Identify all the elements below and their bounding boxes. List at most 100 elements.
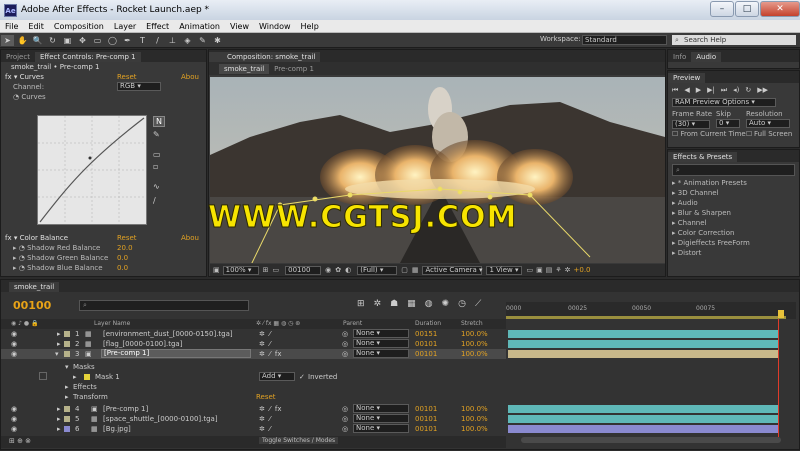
layer-duration-bar[interactable] bbox=[508, 425, 778, 433]
layer-duration[interactable]: 00101 bbox=[415, 349, 437, 359]
parent-pickwhip-icon[interactable]: ◎ bbox=[342, 414, 348, 424]
pan-behind-tool-icon[interactable]: ✥ bbox=[76, 35, 89, 46]
table-row[interactable]: ◉ ▸ 6 ▦ [Bg.jpg] ✲ ⁄ ◎ None ▾ 00101 100.… bbox=[1, 424, 506, 434]
timeline-ruler[interactable]: 0000 00025 00050 00075 bbox=[506, 302, 796, 319]
effects-row[interactable]: ▸ Effects bbox=[1, 382, 506, 392]
color-balance-reset-link[interactable]: Reset bbox=[117, 233, 137, 243]
expand-triangle-icon[interactable]: ▸ bbox=[73, 372, 77, 382]
subtab-smoke-trail[interactable]: smoke_trail bbox=[219, 63, 270, 74]
table-row-selected[interactable]: ◉ ▾ 3 ▣ [Pre-comp 1] ✲ ⁄ fx ◎ None ▾ 001… bbox=[1, 349, 506, 359]
table-row[interactable]: ◉ ▸ 1 ▦ [environment_dust_[0000-0150].tg… bbox=[1, 329, 506, 339]
menu-animation[interactable]: Animation bbox=[174, 22, 225, 31]
effects-category-item[interactable]: ▸ Audio bbox=[668, 198, 799, 208]
ram-preview-select[interactable]: RAM Preview Options ▾ bbox=[672, 98, 776, 107]
label-color-swatch[interactable] bbox=[64, 406, 70, 412]
roto-brush-tool-icon[interactable]: ✎ bbox=[196, 35, 209, 46]
mask-mode-select[interactable]: Add ▾ bbox=[259, 372, 295, 381]
timeline-current-time[interactable]: 00100 bbox=[13, 299, 51, 312]
color-balance-about-link[interactable]: Abou bbox=[181, 233, 199, 243]
layer-switches[interactable]: ✲ ⁄ fx bbox=[259, 349, 282, 359]
label-color-swatch[interactable] bbox=[64, 351, 70, 357]
grid-icon[interactable]: ⊞ bbox=[263, 266, 269, 274]
expand-triangle-icon[interactable]: ▸ bbox=[65, 382, 69, 392]
inverted-checkbox[interactable]: ✓ bbox=[299, 372, 305, 382]
from-current-checkbox[interactable]: ☐ bbox=[672, 130, 681, 138]
search-help-input[interactable]: ⌕ Search Help bbox=[672, 35, 796, 45]
timeline-search-input[interactable]: ⌕ bbox=[79, 300, 249, 311]
label-color-swatch[interactable] bbox=[64, 426, 70, 432]
skip-select[interactable]: 0 ▾ bbox=[716, 119, 740, 128]
parent-pickwhip-icon[interactable]: ◎ bbox=[342, 329, 348, 339]
brush-tool-icon[interactable]: / bbox=[151, 35, 164, 46]
table-row[interactable]: ◉ ▸ 4 ▣ [Pre-comp 1] ✲ ⁄ fx ◎ None ▾ 001… bbox=[1, 404, 506, 414]
layer-switches[interactable]: ✲ ⁄ bbox=[259, 424, 270, 434]
curves-effect-header[interactable]: fx ▾ Curves Reset Abou bbox=[1, 72, 206, 82]
tab-effect-controls[interactable]: Effect Controls: Pre-comp 1 bbox=[34, 52, 141, 62]
curves-graph[interactable] bbox=[37, 115, 147, 225]
type-tool-icon[interactable]: T bbox=[136, 35, 149, 46]
eye-icon[interactable]: ◉ bbox=[11, 424, 17, 434]
parent-pickwhip-icon[interactable]: ◎ bbox=[342, 404, 348, 414]
hide-shy-icon[interactable]: ☗ bbox=[390, 299, 398, 309]
safe-zones-icon[interactable]: ▭ bbox=[273, 266, 280, 274]
layer-switches[interactable]: ✲ ⁄ bbox=[259, 414, 270, 424]
show-snapshot-icon[interactable]: ✿ bbox=[335, 266, 341, 274]
menu-window[interactable]: Window bbox=[254, 22, 296, 31]
menu-edit[interactable]: Edit bbox=[23, 22, 49, 31]
minimize-button[interactable]: – bbox=[710, 1, 734, 17]
table-row[interactable]: ◉ ▸ 5 ▦ [space_shuttle_[0000-0100].tga] … bbox=[1, 414, 506, 424]
frame-blending-icon[interactable]: ▦ bbox=[407, 299, 416, 309]
eye-icon[interactable]: ◉ bbox=[11, 339, 17, 349]
camera-snapshot-icon[interactable]: ◉ bbox=[325, 266, 331, 274]
layer-switches[interactable]: ✲ ⁄ bbox=[259, 339, 270, 349]
expand-triangle-icon[interactable]: ▸ bbox=[57, 329, 61, 339]
layer-duration-bar[interactable] bbox=[508, 330, 778, 338]
loop-icon[interactable]: ↻ bbox=[745, 86, 751, 95]
menu-file[interactable]: File bbox=[0, 22, 23, 31]
menu-effect[interactable]: Effect bbox=[141, 22, 174, 31]
effects-category-item[interactable]: ▸ Digieffects FreeForm bbox=[668, 238, 799, 248]
expand-triangle-icon[interactable]: ▸ bbox=[65, 392, 69, 402]
layer-name[interactable]: [Pre-comp 1] bbox=[103, 404, 148, 414]
last-frame-icon[interactable]: ⏭ bbox=[721, 86, 727, 95]
view-layout-select[interactable]: 1 View ▾ bbox=[486, 265, 523, 275]
transform-reset-link[interactable]: Reset bbox=[256, 392, 276, 402]
reset-curve-icon[interactable]: ∕ bbox=[153, 196, 156, 205]
menu-view[interactable]: View bbox=[225, 22, 254, 31]
layer-name[interactable]: [environment_dust_[0000-0150].tga] bbox=[103, 329, 233, 339]
effects-category-item[interactable]: ▸ * Animation Presets bbox=[668, 178, 799, 188]
resolution-select[interactable]: (Full) ▾ bbox=[357, 265, 398, 275]
next-frame-icon[interactable]: ▶| bbox=[707, 86, 715, 95]
fast-previews-icon[interactable]: ▣ bbox=[536, 266, 543, 274]
menu-composition[interactable]: Composition bbox=[49, 22, 109, 31]
layer-stretch[interactable]: 100.0% bbox=[461, 404, 488, 414]
param-value[interactable]: 20.0 bbox=[117, 243, 133, 253]
camera-tool-icon[interactable]: ▣ bbox=[61, 35, 74, 46]
layer-stretch[interactable]: 100.0% bbox=[461, 424, 488, 434]
auto-keyframe-icon[interactable]: ◷ bbox=[458, 299, 466, 309]
region-of-interest-icon[interactable]: ▢ bbox=[401, 266, 408, 274]
play-icon[interactable]: ▶ bbox=[696, 86, 701, 95]
tab-composition[interactable]: Composition: smoke_trail bbox=[209, 52, 321, 62]
parent-pickwhip-icon[interactable]: ◎ bbox=[342, 339, 348, 349]
collapse-triangle-icon[interactable]: ▾ bbox=[55, 349, 59, 359]
frame-rate-select[interactable]: (30) ▾ bbox=[672, 119, 710, 129]
current-time-line[interactable] bbox=[778, 319, 779, 437]
toggle-switches-modes-button[interactable]: Toggle Switches / Modes bbox=[259, 437, 339, 444]
graph-editor-icon[interactable]: ⟋ bbox=[475, 299, 481, 309]
timeline-icon[interactable]: ▤ bbox=[546, 266, 553, 274]
parent-select[interactable]: None ▾ bbox=[353, 329, 409, 338]
pencil-icon[interactable]: ✎ bbox=[153, 130, 160, 139]
exposure-value[interactable]: +0.0 bbox=[574, 266, 591, 274]
transparency-grid-icon[interactable]: ▦ bbox=[412, 266, 419, 274]
full-screen-checkbox[interactable]: ☐ bbox=[746, 129, 752, 139]
curves-reset-link[interactable]: Reset bbox=[117, 72, 137, 82]
layer-switches[interactable]: ✲ ⁄ fx bbox=[259, 404, 282, 414]
eye-icon[interactable]: ◉ bbox=[11, 349, 17, 359]
current-time-indicator[interactable] bbox=[778, 310, 784, 318]
parent-pickwhip-icon[interactable]: ◎ bbox=[342, 424, 348, 434]
effects-category-item[interactable]: ▸ Distort bbox=[668, 248, 799, 258]
curves-about-link[interactable]: Abou bbox=[181, 72, 199, 82]
footer-icons[interactable]: ⊞ ⊕ ⊗ bbox=[9, 437, 31, 445]
rectangle-tool-icon[interactable]: ▭ bbox=[91, 35, 104, 46]
